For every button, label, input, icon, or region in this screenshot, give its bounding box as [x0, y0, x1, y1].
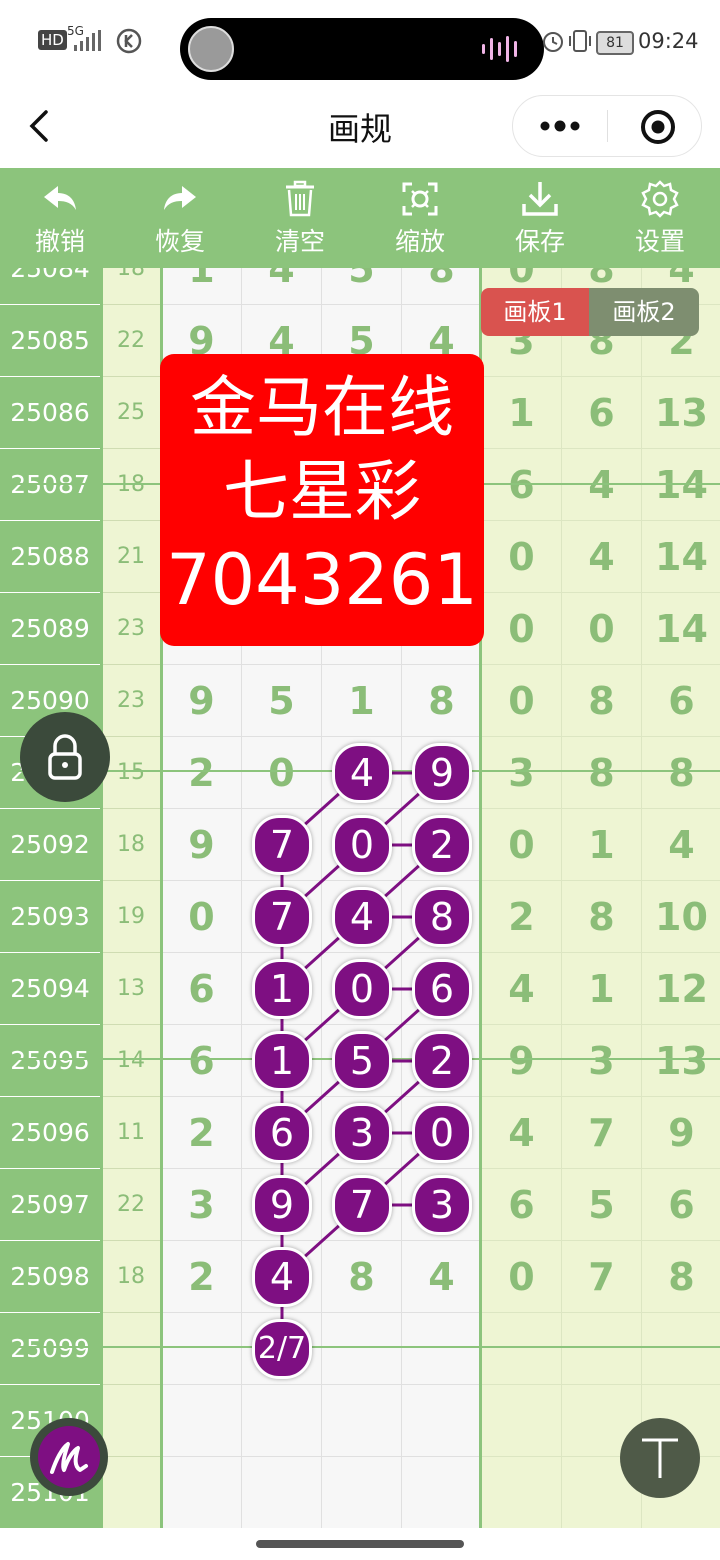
gear-icon [641, 180, 679, 218]
redo-icon [164, 186, 196, 210]
marked-ball[interactable]: 9 [412, 743, 472, 803]
marked-ball[interactable]: 5 [332, 1031, 392, 1091]
marked-ball[interactable]: 0 [412, 1103, 472, 1163]
marked-ball[interactable]: 7 [252, 887, 312, 947]
clear-label: 清空 [274, 227, 325, 256]
undo-icon [44, 186, 76, 210]
marked-ball[interactable]: 2 [412, 815, 472, 875]
marked-ball[interactable]: 1 [252, 959, 312, 1019]
settings-label: 设置 [634, 227, 685, 256]
lock-icon [48, 734, 82, 780]
battery-indicator: 81 [596, 31, 634, 55]
ad-banner[interactable]: 金马在线 七星彩 7043261 [160, 354, 484, 646]
draw-pen-button[interactable] [30, 1418, 108, 1496]
ad-line-3: 7043261 [166, 539, 478, 621]
save-label: 保存 [514, 227, 565, 256]
marked-ball[interactable]: 7 [252, 815, 312, 875]
undo-label: 撤销 [34, 227, 85, 256]
settings-button[interactable]: 设置 [600, 168, 720, 268]
marked-ball[interactable]: 4 [332, 887, 392, 947]
marked-ball[interactable]: 4 [332, 743, 392, 803]
undo-button[interactable]: 撤销 [0, 168, 120, 268]
redo-button[interactable]: 恢复 [120, 168, 240, 268]
marked-ball[interactable]: 2/7 [252, 1319, 312, 1379]
pen-icon [50, 1442, 88, 1474]
marked-ball[interactable]: 4 [252, 1247, 312, 1307]
marked-ball[interactable]: 6 [412, 959, 472, 1019]
status-bar: HD 5G 81 09:24 [0, 0, 720, 84]
marked-ball[interactable]: 9 [252, 1175, 312, 1235]
clock: 09:24 [638, 29, 699, 53]
save-button[interactable]: 保存 [480, 168, 600, 268]
signal-icon [74, 30, 101, 51]
zoom-label: 缩放 [394, 227, 445, 256]
marked-ball[interactable]: 7 [332, 1175, 392, 1235]
toolbar: 撤销 恢复 清空 缩放 保存 设置 [0, 168, 720, 268]
marked-ball[interactable]: 3 [332, 1103, 392, 1163]
tab-panel-1[interactable]: 画板1 [481, 288, 589, 336]
scroll-top-button[interactable] [620, 1418, 700, 1498]
capsule-divider [607, 110, 608, 142]
mini-program-capsule [512, 95, 702, 157]
marked-ball[interactable]: 3 [412, 1175, 472, 1235]
zoom-icon [402, 182, 438, 216]
marked-ball[interactable]: 8 [412, 887, 472, 947]
target-circle-icon[interactable] [639, 108, 677, 146]
marked-ball[interactable]: 1 [252, 1031, 312, 1091]
scroll-top-icon [642, 1438, 678, 1478]
tab-panel-2[interactable]: 画板2 [589, 288, 699, 336]
redo-label: 恢复 [154, 227, 205, 256]
clear-button[interactable]: 清空 [240, 168, 360, 268]
audio-wave-icon [482, 36, 517, 62]
alarm-icon [543, 32, 563, 52]
ad-line-1: 金马在线 [190, 369, 454, 446]
home-indicator[interactable] [256, 1540, 464, 1548]
zoom-button[interactable]: 缩放 [360, 168, 480, 268]
trash-icon [286, 180, 314, 217]
ad-line-2: 七星彩 [223, 453, 421, 530]
marked-ball[interactable]: 6 [252, 1103, 312, 1163]
k-app-icon [116, 28, 142, 54]
download-icon [522, 182, 558, 216]
vibrate-icon [569, 30, 591, 52]
avatar [188, 26, 234, 72]
marked-ball[interactable]: 0 [332, 959, 392, 1019]
marked-ball[interactable]: 0 [332, 815, 392, 875]
lock-button[interactable] [20, 712, 110, 802]
marked-ball[interactable]: 2 [412, 1031, 472, 1091]
hd-badge: HD [38, 30, 67, 50]
more-dots-icon[interactable] [539, 118, 581, 134]
